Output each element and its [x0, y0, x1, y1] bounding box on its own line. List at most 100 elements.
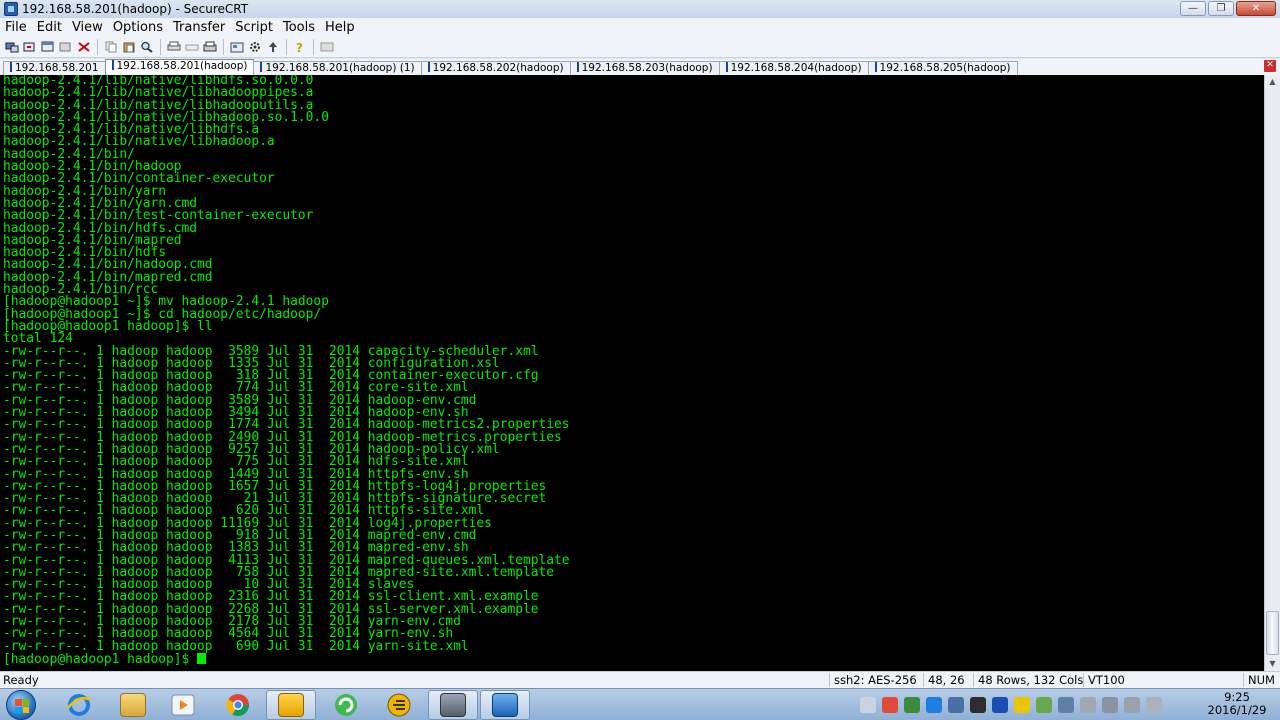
maximize-button[interactable]: ❐: [1208, 1, 1234, 16]
shield-icon[interactable]: [1036, 697, 1052, 713]
terminal-line: [hadoop@hadoop1 hadoop]$ ll: [3, 318, 213, 334]
terminal-line: hadoop-2.4.1/bin/mapred: [3, 232, 182, 248]
tab-192-168-58-205-hadoop[interactable]: 192.168.58.205(hadoop): [867, 61, 1018, 75]
quick-connect-icon[interactable]: [22, 39, 38, 55]
tab-label: 192.168.58.204(hadoop): [730, 62, 862, 74]
tab-label: 192.168.58.201(hadoop) (1): [265, 62, 415, 74]
tab-status-icon: [10, 62, 12, 72]
clock[interactable]: 9:25 2016/1/29: [1202, 691, 1272, 717]
qq-icon[interactable]: [970, 697, 986, 713]
flag-icon[interactable]: [1102, 697, 1118, 713]
tab-192-168-58-201-hadoop-1[interactable]: 192.168.58.201(hadoop) (1): [253, 61, 422, 75]
paste-icon[interactable]: [121, 39, 137, 55]
disconnect-icon[interactable]: [76, 39, 92, 55]
close-tab-icon[interactable]: ✕: [1264, 60, 1276, 72]
find-icon[interactable]: [139, 39, 155, 55]
network-shield-icon[interactable]: [926, 697, 942, 713]
terminal-prompt-line[interactable]: [hadoop@hadoop1 hadoop]$: [3, 651, 1264, 667]
refresh-app-icon[interactable]: [321, 690, 371, 720]
start-button[interactable]: [6, 690, 36, 720]
menu-tools[interactable]: Tools: [278, 20, 320, 35]
status-ready: Ready: [3, 673, 39, 687]
menu-options[interactable]: Options: [108, 20, 168, 35]
tab-192-168-58-201[interactable]: 192.168.58.201: [3, 61, 106, 75]
security-icon[interactable]: [882, 697, 898, 713]
terminal-prompt: [hadoop@hadoop1 hadoop]$: [3, 651, 198, 667]
menu-transfer[interactable]: Transfer: [168, 20, 230, 35]
keyboard-icon[interactable]: [860, 697, 876, 713]
update-icon[interactable]: [904, 697, 920, 713]
help-icon[interactable]: ?: [292, 39, 308, 55]
toolbar-separator: [223, 38, 224, 55]
terminal-line: hadoop-2.4.1/bin/hdfs.cmd: [3, 220, 198, 236]
print-selection-icon[interactable]: [184, 39, 200, 55]
print-setup-icon[interactable]: [166, 39, 182, 55]
file-explorer-icon[interactable]: [108, 690, 158, 720]
bluetooth-icon[interactable]: [992, 697, 1008, 713]
menu-view[interactable]: View: [67, 20, 108, 35]
signal-icon[interactable]: [1146, 697, 1162, 713]
toolbar: ?: [0, 36, 1280, 58]
window-title: 192.168.58.201(hadoop) - SecureCRT: [22, 2, 249, 16]
terminal-app-icon[interactable]: [428, 690, 478, 720]
connect-icon[interactable]: [4, 39, 20, 55]
tab-status-icon: [427, 62, 430, 72]
tab-192-168-58-203-hadoop[interactable]: 192.168.58.203(hadoop): [569, 61, 720, 75]
tab-status-icon: [111, 60, 114, 70]
windows-taskbar: 9:25 2016/1/29: [0, 688, 1280, 720]
svg-text:?: ?: [296, 41, 303, 53]
editor-app-icon[interactable]: [374, 690, 424, 720]
print-icon[interactable]: [202, 39, 218, 55]
global-options-icon[interactable]: [247, 39, 263, 55]
tab-status-icon: [725, 62, 728, 72]
menu-edit[interactable]: Edit: [32, 20, 67, 35]
chrome-icon[interactable]: [213, 690, 263, 720]
display-icon[interactable]: [948, 697, 964, 713]
status-protocol: ssh2: AES-256: [829, 673, 923, 687]
monitor-icon[interactable]: [1058, 697, 1074, 713]
antivirus-icon[interactable]: [1014, 697, 1030, 713]
media-player-icon[interactable]: [158, 690, 208, 720]
toolbar-separator: [286, 38, 287, 55]
sftp-icon[interactable]: [265, 39, 281, 55]
securecrt-app-icon: [4, 2, 18, 16]
copy-icon[interactable]: [103, 39, 119, 55]
menu-script[interactable]: Script: [230, 20, 278, 35]
close-button[interactable]: ✕: [1236, 1, 1276, 16]
toolbar-separator: [97, 38, 98, 55]
keymap-icon[interactable]: [319, 39, 335, 55]
scroll-thumb[interactable]: [1266, 611, 1279, 655]
tab-label: 192.168.58.203(hadoop): [581, 62, 713, 74]
internet-explorer-icon[interactable]: [54, 690, 104, 720]
minimize-button[interactable]: —: [1180, 1, 1206, 16]
terminal-line: hadoop-2.4.1/bin/mapred.cmd: [3, 269, 213, 285]
terminal-output[interactable]: hadoop-2.4.1/lib/native/libhdfs.so.0.0.0…: [0, 75, 1264, 671]
battery-icon[interactable]: [1080, 697, 1096, 713]
volume-icon[interactable]: [1124, 697, 1140, 713]
tab-192-168-58-202-hadoop[interactable]: 192.168.58.202(hadoop): [420, 61, 571, 75]
session-options-icon[interactable]: [229, 39, 245, 55]
status-bar: Ready ssh2: AES-256 48, 26 48 Rows, 132 …: [0, 671, 1280, 688]
terminal-line: hadoop-2.4.1/lib/native/libhadoop.a: [3, 134, 275, 150]
securecrt-icon[interactable]: [480, 690, 530, 720]
toolbar-separator: [160, 38, 161, 55]
connect-in-tab-icon[interactable]: [40, 39, 56, 55]
clock-date: 2016/1/29: [1207, 703, 1267, 717]
windows-logo-icon: [15, 699, 29, 713]
tab-label: 192.168.58.201(hadoop): [116, 60, 248, 72]
session-tab-bar: 192.168.58.201 192.168.58.201(hadoop) 19…: [0, 59, 1280, 75]
tab-192-168-58-204-hadoop[interactable]: 192.168.58.204(hadoop): [718, 61, 869, 75]
scroll-up-arrow-icon[interactable]: ▲: [1265, 75, 1280, 89]
menu-help[interactable]: Help: [320, 20, 360, 35]
status-emulation: VT100: [1083, 673, 1243, 687]
status-numlock: NUM: [1243, 673, 1280, 687]
terminal-cursor: [197, 652, 207, 664]
status-cursor-position: 48, 26: [923, 673, 973, 687]
app-manager-icon[interactable]: [266, 690, 316, 720]
terminal-scrollbar[interactable]: ▲ ▼: [1264, 75, 1280, 671]
toolbar-separator: [313, 38, 314, 55]
menu-file[interactable]: File: [0, 20, 32, 35]
reconnect-icon[interactable]: [58, 39, 74, 55]
tab-192-168-58-201-hadoop[interactable]: 192.168.58.201(hadoop): [104, 59, 255, 75]
scroll-down-arrow-icon[interactable]: ▼: [1265, 657, 1280, 671]
